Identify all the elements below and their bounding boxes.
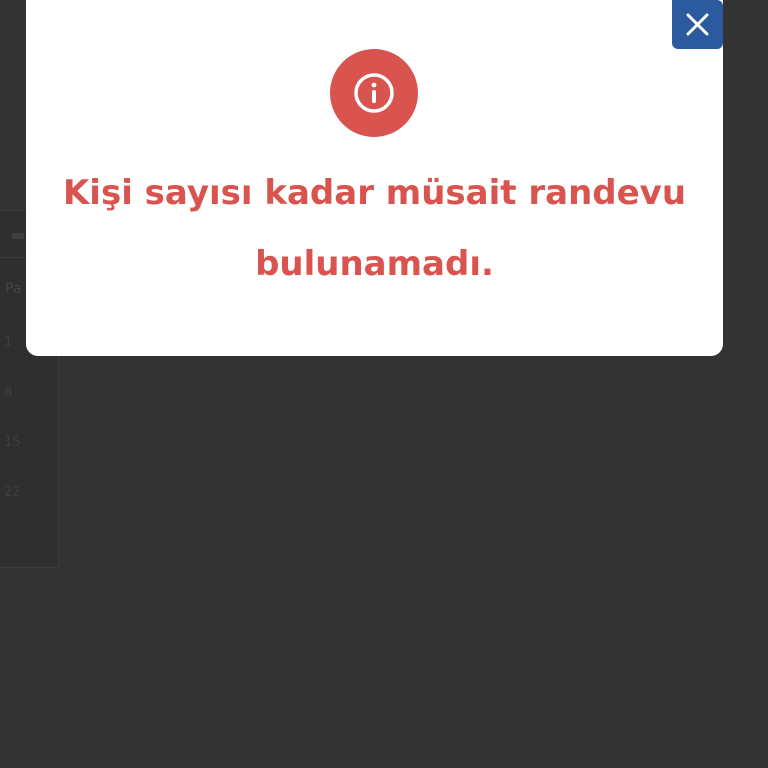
- calendar-day: 15: [4, 435, 21, 450]
- alert-modal: Kişi sayısı kadar müsait randevu bulunam…: [26, 0, 723, 356]
- close-icon: [686, 13, 709, 36]
- screen: Pa 1 8 15 22 Kişi sayısı kadar müsait ra…: [0, 0, 768, 768]
- info-circle-icon: [330, 49, 418, 137]
- calendar-day: 1: [4, 335, 13, 350]
- close-button[interactable]: [672, 0, 723, 49]
- alert-message: Kişi sayısı kadar müsait randevu bulunam…: [62, 173, 687, 284]
- calendar-day: 22: [4, 485, 21, 500]
- calendar-header-mark: [12, 233, 24, 239]
- info-glyph: [354, 73, 394, 113]
- weekday-label: Pa: [5, 281, 22, 297]
- calendar-day: 8: [4, 385, 13, 400]
